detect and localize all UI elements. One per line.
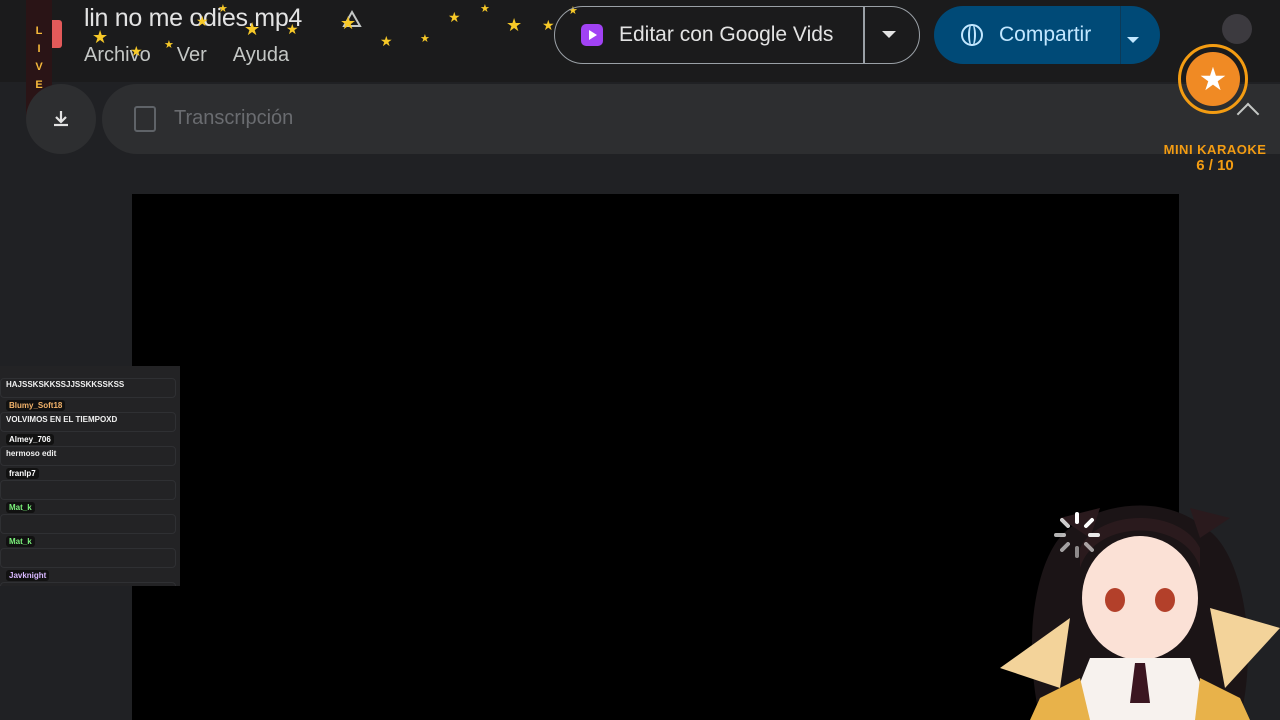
button-divider xyxy=(863,7,865,63)
chat-text: hermoso edit xyxy=(6,449,57,458)
star-icon: ★ xyxy=(1186,52,1240,106)
chat-text: VOLVIMOS EN EL TIEMPOXD xyxy=(6,415,118,424)
live-letter: L xyxy=(35,25,43,37)
transcript-label: Transcripción xyxy=(174,107,294,129)
menu-item-archivo[interactable]: Archivo xyxy=(84,44,151,67)
chat-message: Javknight xyxy=(0,570,180,586)
chat-username: Mat_k xyxy=(6,502,35,513)
chevron-down-icon[interactable] xyxy=(1127,37,1139,43)
chat-message-box xyxy=(0,582,176,586)
chat-message: Mat_k xyxy=(0,536,180,570)
chat-message: franlp7 xyxy=(0,468,180,502)
download-button[interactable] xyxy=(26,84,96,154)
chat-username: Blumy_Soft18 xyxy=(6,400,66,411)
chat-message-box xyxy=(0,514,176,534)
stream-chat-overlay: HAJSSKSKKSSJJSSKKSSKSS Blumy_Soft18 VOLVIM… xyxy=(0,366,180,586)
chat-message: Almey_706hermoso edit xyxy=(0,434,180,468)
globe-icon xyxy=(961,24,983,46)
share-button[interactable]: Compartir xyxy=(934,6,1160,64)
download-icon xyxy=(54,111,68,127)
chat-message: Mat_k xyxy=(0,502,180,536)
chat-text: HAJSSKSKKSSJJSSKKSSKSS xyxy=(6,380,125,389)
chevron-down-icon[interactable] xyxy=(882,31,896,38)
transcript-icon xyxy=(134,106,156,132)
vtuber-avatar xyxy=(1000,505,1280,720)
menu-item-ver[interactable]: Ver xyxy=(177,44,207,67)
karaoke-count: 6 / 10 xyxy=(1196,157,1234,174)
loading-spinner-icon xyxy=(1054,512,1100,558)
avatar xyxy=(1222,14,1252,44)
live-letter: I xyxy=(37,43,41,55)
menu-item-ayuda[interactable]: Ayuda xyxy=(233,44,289,67)
drive-folder-icon[interactable] xyxy=(340,8,364,32)
chat-username: Javknight xyxy=(6,570,50,581)
edit-button-label: Editar con Google Vids xyxy=(619,23,834,46)
mini-karaoke-widget: ★ MINI KARAOKE 6 / 10 xyxy=(1158,14,1272,179)
karaoke-title: MINI KARAOKE xyxy=(1163,142,1267,157)
button-divider xyxy=(1120,6,1121,64)
chat-username: franlp7 xyxy=(6,468,39,479)
share-button-label: Compartir xyxy=(999,23,1092,46)
edit-with-google-vids-button[interactable]: Editar con Google Vids xyxy=(554,6,920,64)
transcript-panel-toggle[interactable]: Transcripción xyxy=(102,84,1280,154)
file-title[interactable]: lin no me odies.mp4 xyxy=(84,4,302,33)
google-vids-icon xyxy=(581,24,603,46)
menu-bar: Archivo Ver Ayuda xyxy=(84,44,315,67)
chat-message-box xyxy=(0,548,176,568)
chat-username: Mat_k xyxy=(6,536,35,547)
live-letter: V xyxy=(35,61,43,73)
chat-username: Almey_706 xyxy=(6,434,54,445)
chat-message-box xyxy=(0,480,176,500)
app-logo-icon[interactable] xyxy=(52,20,62,48)
chat-message: HAJSSKSKKSSJJSSKKSSKSS xyxy=(0,366,180,400)
chat-message: Blumy_Soft18 VOLVIMOS EN EL TIEMPOXD xyxy=(0,400,180,434)
